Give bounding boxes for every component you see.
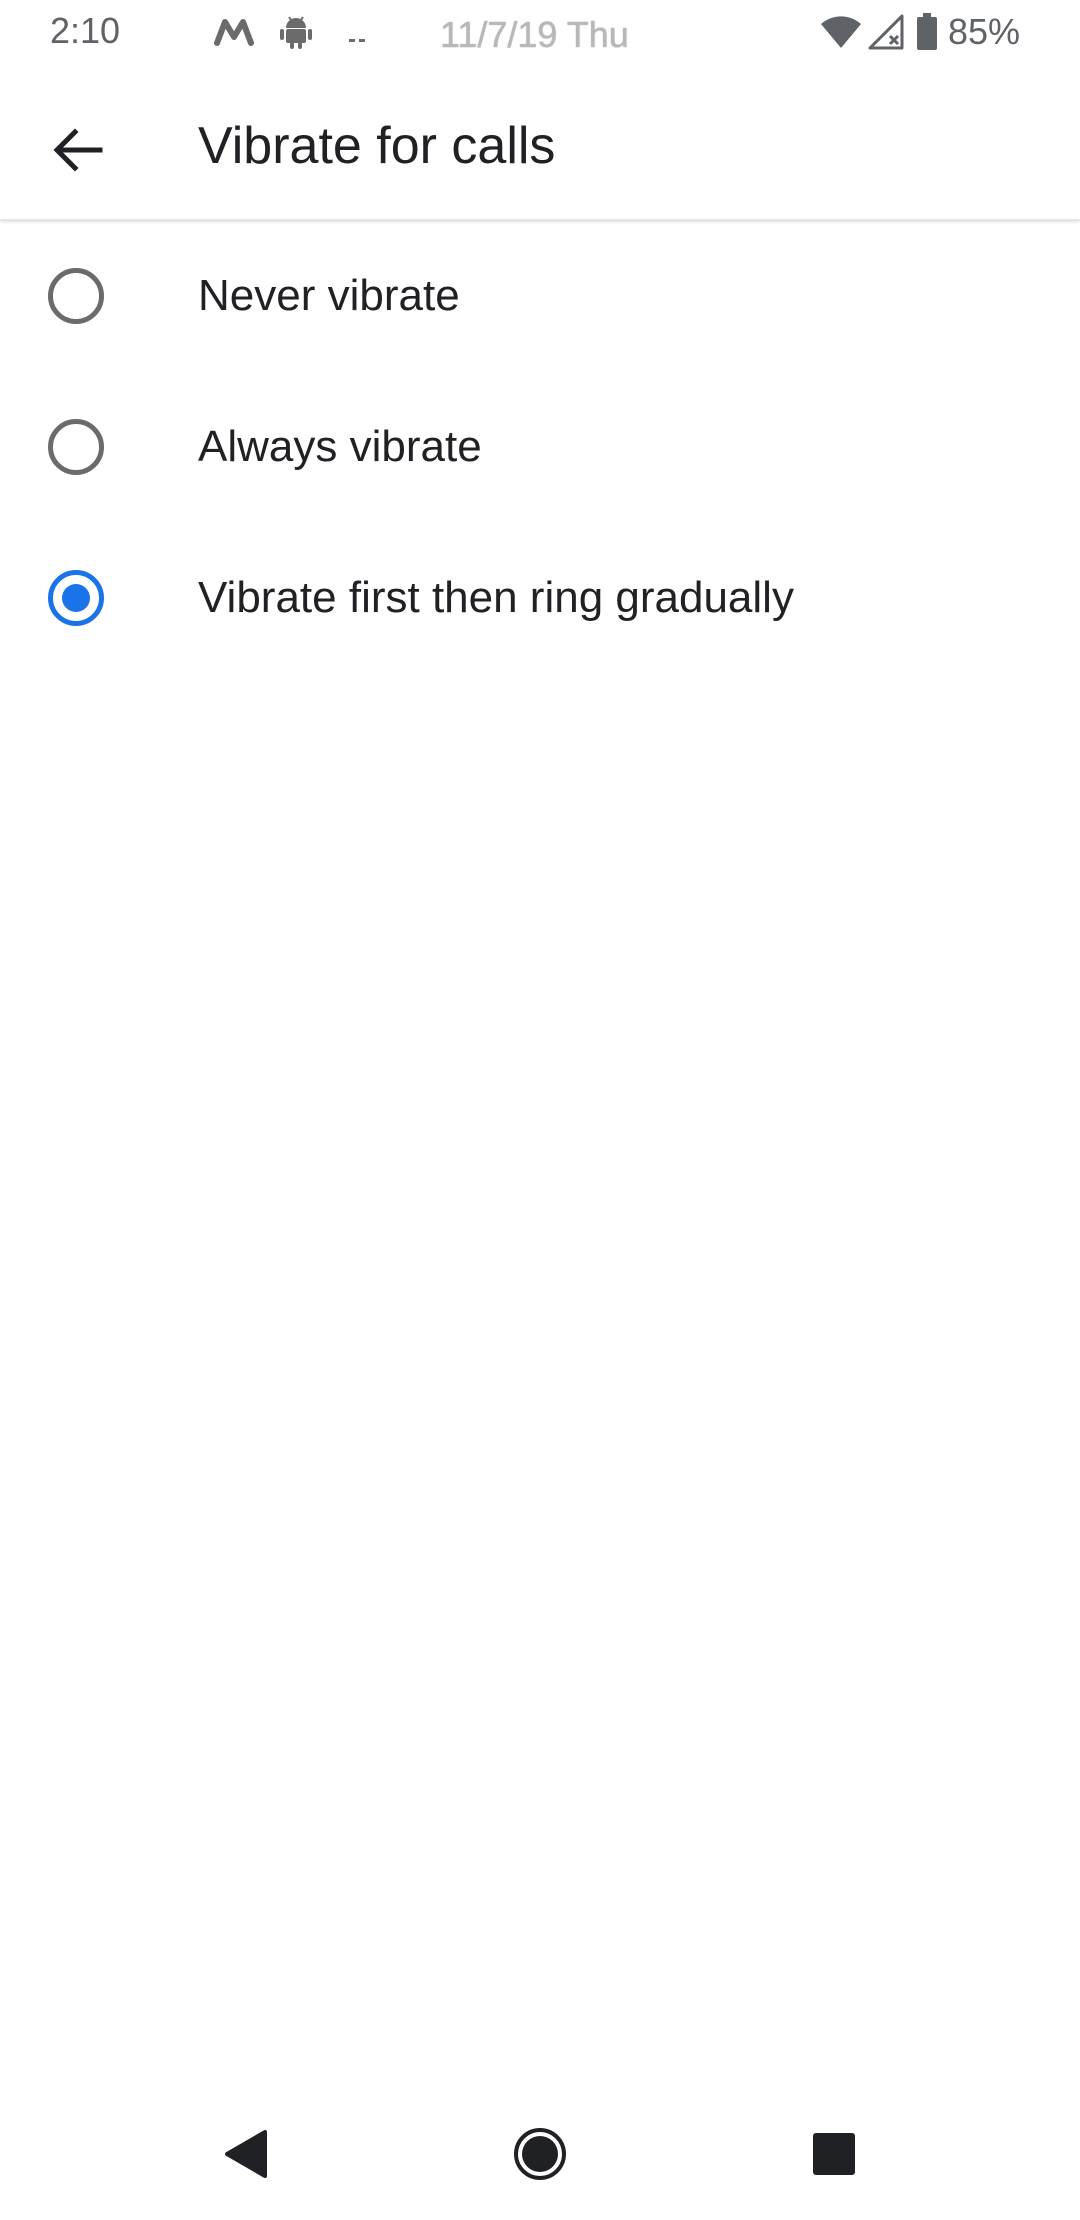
status-bar: 2:10 11/7/19 Thu 85% (0, 0, 1080, 66)
option-label: Vibrate first then ring gradually (198, 572, 794, 622)
page-title: Vibrate for calls (198, 117, 556, 175)
nav-back-icon (223, 2129, 269, 2179)
status-right-icons: 85% (820, 10, 1020, 54)
radio-always-vibrate[interactable] (48, 418, 104, 475)
back-button[interactable] (36, 108, 120, 192)
option-label: Always vibrate (198, 421, 482, 471)
arrow-back-icon (53, 128, 103, 172)
status-date: 11/7/19 Thu (440, 14, 629, 55)
vibrate-options-list: Never vibrate Always vibrate Vibrate fir… (0, 220, 1080, 673)
dots-icon (346, 14, 370, 50)
battery-percent: 85% (948, 11, 1021, 52)
no-signal-icon (868, 14, 904, 50)
screen: 2:10 11/7/19 Thu 85% Vibrate for calls N… (0, 0, 1080, 2220)
wifi-icon (820, 14, 862, 50)
nav-home-button[interactable] (490, 2104, 590, 2204)
option-always-vibrate[interactable]: Always vibrate (0, 371, 1080, 522)
option-vibrate-then-ring[interactable]: Vibrate first then ring gradually (0, 522, 1080, 673)
nav-recents-icon (811, 2131, 857, 2177)
status-time: 2:10 (50, 10, 121, 51)
nav-recents-button[interactable] (784, 2104, 884, 2204)
nav-back-button[interactable] (196, 2104, 296, 2204)
android-icon (278, 14, 314, 50)
app-bar: Vibrate for calls (0, 66, 1080, 220)
radio-vibrate-then-ring[interactable] (48, 569, 104, 626)
nav-home-icon (512, 2126, 568, 2182)
battery-icon (916, 13, 938, 51)
option-never-vibrate[interactable]: Never vibrate (0, 220, 1080, 371)
radio-never-vibrate[interactable] (48, 267, 104, 324)
option-label: Never vibrate (198, 270, 460, 320)
m-logo-icon (212, 14, 256, 50)
navigation-bar (0, 2080, 1080, 2220)
